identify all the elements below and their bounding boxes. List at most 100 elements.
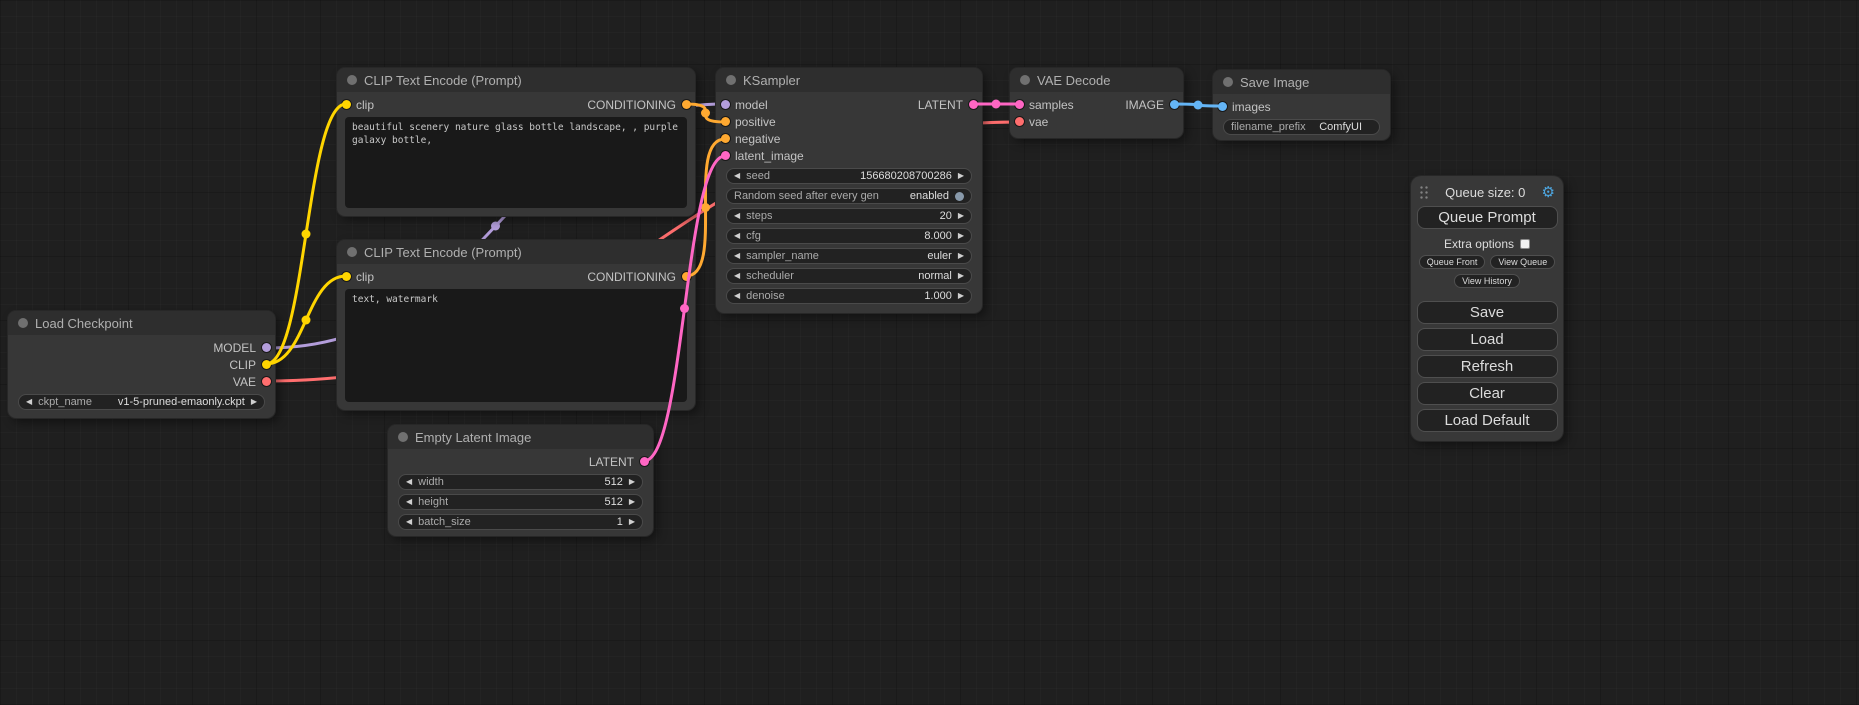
node-vae-decode[interactable]: VAE Decode samples IMAGE vae bbox=[1010, 68, 1183, 138]
decrement-arrow-icon[interactable]: ◀ bbox=[26, 398, 32, 406]
node-clip-text-encode-negative[interactable]: CLIP Text Encode (Prompt) clip CONDITION… bbox=[337, 240, 695, 410]
increment-arrow-icon[interactable]: ▶ bbox=[958, 272, 964, 280]
refresh-button[interactable]: Refresh bbox=[1417, 355, 1558, 378]
extra-options-row: Extra options bbox=[1411, 237, 1563, 250]
widget-sampler-name[interactable]: ◀ sampler_name euler ▶ bbox=[726, 248, 972, 264]
node-ksampler[interactable]: KSampler model LATENT positive negative … bbox=[716, 68, 982, 313]
node-title-bar[interactable]: KSampler bbox=[716, 68, 982, 92]
positive-prompt-textarea[interactable]: beautiful scenery nature glass bottle la… bbox=[345, 117, 687, 208]
node-load-checkpoint[interactable]: Load Checkpoint MODEL CLIP VAE ◀ ckpt_na… bbox=[8, 311, 275, 418]
collapse-dot-icon[interactable] bbox=[347, 75, 357, 85]
widget-scheduler[interactable]: ◀ scheduler normal ▶ bbox=[726, 268, 972, 284]
collapse-dot-icon[interactable] bbox=[1020, 75, 1030, 85]
decrement-arrow-icon[interactable]: ◀ bbox=[734, 252, 740, 260]
widget-value: normal bbox=[918, 270, 952, 282]
port-vae-output[interactable] bbox=[262, 377, 271, 386]
port-latent-output[interactable] bbox=[969, 100, 978, 109]
widget-label: ckpt_name bbox=[38, 396, 92, 408]
port-latent-output[interactable] bbox=[640, 457, 649, 466]
output-label: CLIP bbox=[229, 358, 256, 372]
increment-arrow-icon[interactable]: ▶ bbox=[629, 518, 635, 526]
port-clip-output[interactable] bbox=[262, 360, 271, 369]
node-clip-text-encode-positive[interactable]: CLIP Text Encode (Prompt) clip CONDITION… bbox=[337, 68, 695, 216]
decrement-arrow-icon[interactable]: ◀ bbox=[734, 212, 740, 220]
node-title-bar[interactable]: Save Image bbox=[1213, 70, 1390, 94]
widget-label: steps bbox=[746, 210, 772, 222]
port-vae-input[interactable] bbox=[1015, 117, 1024, 126]
view-history-button[interactable]: View History bbox=[1454, 274, 1520, 288]
widget-filename-prefix[interactable]: filename_prefix ComfyUI bbox=[1223, 119, 1380, 135]
increment-arrow-icon[interactable]: ▶ bbox=[629, 478, 635, 486]
decrement-arrow-icon[interactable]: ◀ bbox=[734, 232, 740, 240]
extra-options-checkbox[interactable] bbox=[1520, 239, 1530, 249]
queue-front-button[interactable]: Queue Front bbox=[1419, 255, 1486, 269]
clear-button[interactable]: Clear bbox=[1417, 382, 1558, 405]
decrement-arrow-icon[interactable]: ◀ bbox=[734, 292, 740, 300]
collapse-dot-icon[interactable] bbox=[347, 247, 357, 257]
decrement-arrow-icon[interactable]: ◀ bbox=[734, 172, 740, 180]
save-button[interactable]: Save bbox=[1417, 301, 1558, 324]
port-samples-input[interactable] bbox=[1015, 100, 1024, 109]
widget-denoise[interactable]: ◀ denoise 1.000 ▶ bbox=[726, 288, 972, 304]
settings-gear-icon[interactable]: ⚙ bbox=[1542, 185, 1555, 200]
negative-prompt-textarea[interactable]: text, watermark bbox=[345, 289, 687, 402]
increment-arrow-icon[interactable]: ▶ bbox=[958, 212, 964, 220]
increment-arrow-icon[interactable]: ▶ bbox=[251, 398, 257, 406]
port-clip-input[interactable] bbox=[342, 100, 351, 109]
port-positive-input[interactable] bbox=[721, 117, 730, 126]
port-conditioning-output[interactable] bbox=[682, 272, 691, 281]
increment-arrow-icon[interactable]: ▶ bbox=[629, 498, 635, 506]
port-negative-input[interactable] bbox=[721, 134, 730, 143]
load-default-button[interactable]: Load Default bbox=[1417, 409, 1558, 432]
queue-size-label: Queue size: 0 bbox=[1429, 185, 1542, 200]
increment-arrow-icon[interactable]: ▶ bbox=[958, 292, 964, 300]
widget-label: batch_size bbox=[418, 516, 471, 528]
node-title: Empty Latent Image bbox=[415, 430, 531, 445]
increment-arrow-icon[interactable]: ▶ bbox=[958, 172, 964, 180]
toggle-icon[interactable] bbox=[955, 192, 964, 201]
node-save-image[interactable]: Save Image images filename_prefix ComfyU… bbox=[1213, 70, 1390, 140]
node-title-bar[interactable]: VAE Decode bbox=[1010, 68, 1183, 92]
decrement-arrow-icon[interactable]: ◀ bbox=[406, 498, 412, 506]
collapse-dot-icon[interactable] bbox=[18, 318, 28, 328]
node-title-bar[interactable]: CLIP Text Encode (Prompt) bbox=[337, 68, 695, 92]
widget-random-seed[interactable]: Random seed after every gen enabled bbox=[726, 188, 972, 204]
graph-canvas[interactable]: Load Checkpoint MODEL CLIP VAE ◀ ckpt_na… bbox=[0, 0, 1859, 705]
decrement-arrow-icon[interactable]: ◀ bbox=[406, 478, 412, 486]
increment-arrow-icon[interactable]: ▶ bbox=[958, 232, 964, 240]
node-empty-latent-image[interactable]: Empty Latent Image LATENT ◀ width 512 ▶ … bbox=[388, 425, 653, 536]
widget-steps[interactable]: ◀ steps 20 ▶ bbox=[726, 208, 972, 224]
widget-width[interactable]: ◀ width 512 ▶ bbox=[398, 474, 643, 490]
collapse-dot-icon[interactable] bbox=[726, 75, 736, 85]
port-model-output[interactable] bbox=[262, 343, 271, 352]
port-model-input[interactable] bbox=[721, 100, 730, 109]
collapse-dot-icon[interactable] bbox=[1223, 77, 1233, 87]
increment-arrow-icon[interactable]: ▶ bbox=[958, 252, 964, 260]
node-title-bar[interactable]: Empty Latent Image bbox=[388, 425, 653, 449]
drag-handle-icon[interactable] bbox=[1419, 185, 1429, 200]
collapse-dot-icon[interactable] bbox=[398, 432, 408, 442]
node-title-bar[interactable]: CLIP Text Encode (Prompt) bbox=[337, 240, 695, 264]
menu-panel[interactable]: Queue size: 0 ⚙ Queue Prompt Extra optio… bbox=[1411, 176, 1563, 441]
widget-cfg[interactable]: ◀ cfg 8.000 ▶ bbox=[726, 228, 972, 244]
io-row-samples-image: samples IMAGE bbox=[1010, 96, 1183, 113]
io-row-clip-conditioning: clip CONDITIONING bbox=[337, 96, 695, 113]
queue-prompt-button[interactable]: Queue Prompt bbox=[1417, 206, 1558, 229]
load-button[interactable]: Load bbox=[1417, 328, 1558, 351]
port-conditioning-output[interactable] bbox=[682, 100, 691, 109]
view-queue-button[interactable]: View Queue bbox=[1490, 255, 1555, 269]
widget-value: 1 bbox=[617, 516, 623, 528]
widget-seed[interactable]: ◀ seed 156680208700286 ▶ bbox=[726, 168, 972, 184]
widget-ckpt-name[interactable]: ◀ ckpt_name v1-5-pruned-emaonly.ckpt ▶ bbox=[18, 394, 265, 410]
decrement-arrow-icon[interactable]: ◀ bbox=[734, 272, 740, 280]
widget-batch-size[interactable]: ◀ batch_size 1 ▶ bbox=[398, 514, 643, 530]
port-latent-image-input[interactable] bbox=[721, 151, 730, 160]
output-label: CONDITIONING bbox=[587, 270, 676, 284]
port-images-input[interactable] bbox=[1218, 102, 1227, 111]
port-clip-input[interactable] bbox=[342, 272, 351, 281]
input-label: negative bbox=[735, 132, 780, 146]
decrement-arrow-icon[interactable]: ◀ bbox=[406, 518, 412, 526]
node-title-bar[interactable]: Load Checkpoint bbox=[8, 311, 275, 335]
port-image-output[interactable] bbox=[1170, 100, 1179, 109]
widget-height[interactable]: ◀ height 512 ▶ bbox=[398, 494, 643, 510]
